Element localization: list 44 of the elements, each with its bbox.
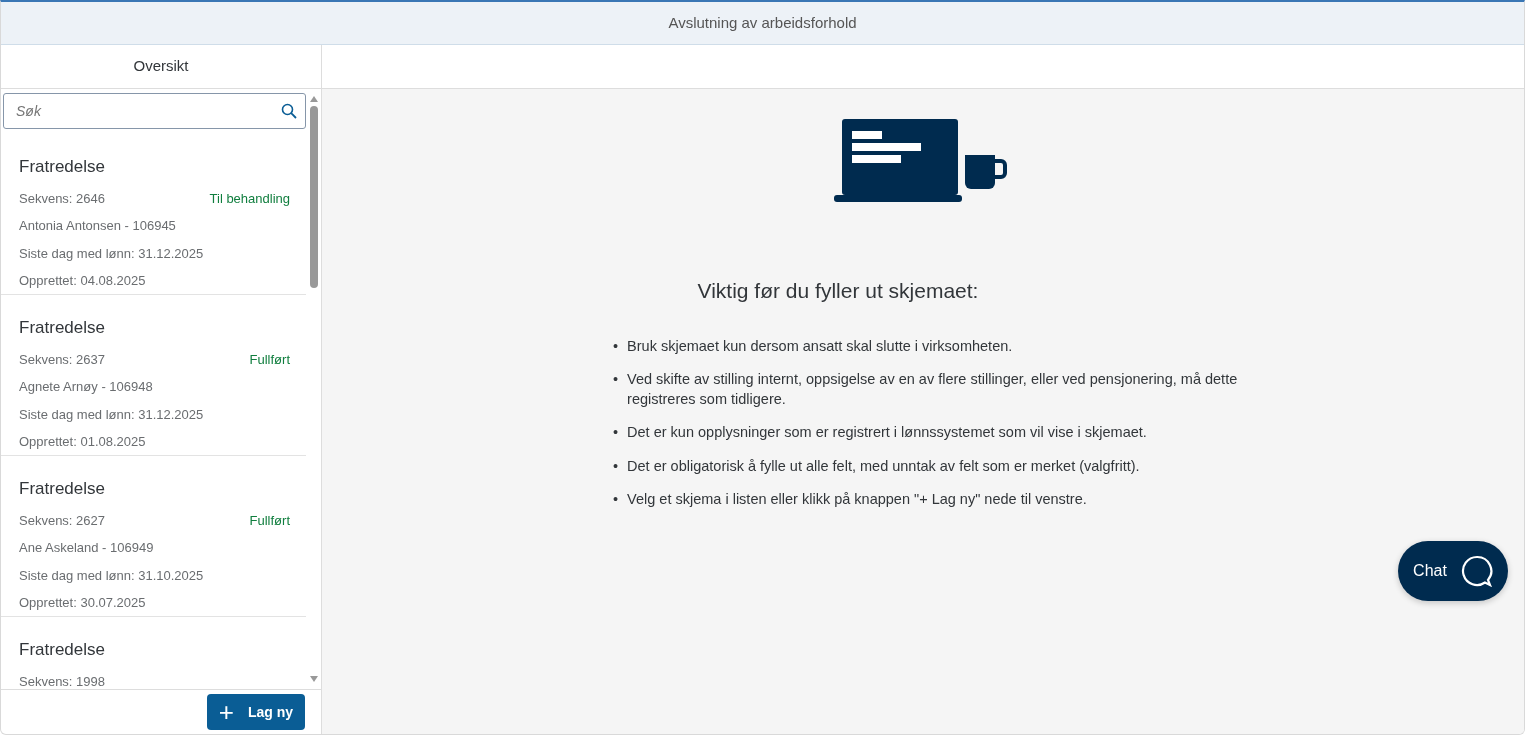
employee-text: Agnete Arnøy - 106948 <box>19 378 154 396</box>
created-text: Opprettet: 04.08.2025 <box>19 272 147 290</box>
bullet-marker: • <box>613 370 619 390</box>
bullet-marker: • <box>613 490 619 510</box>
info-text: Det er kun opplysninger som er registrert i lønnssystemet som vil vise i skjemaet. <box>627 423 1147 443</box>
overview-tab[interactable]: Oversikt <box>1 45 321 89</box>
last-day-text: Siste dag med lønn: 31.12.2025 <box>19 244 205 263</box>
list-item[interactable]: Fratredelse Sekvens: 2627 Fullført Ane Askeland - 106949 Siste dag med lønn: 31.10.2025 Opprettet: 30.07.2025 <box>1 456 306 617</box>
sequence-text: Sekvens: 1998 <box>19 672 105 689</box>
info-text: Velg et skjema i listen eller klikk på knappen "+ Lag ny" nede til venstre. <box>627 490 1087 510</box>
new-button[interactable]: + Lag ny <box>206 694 305 730</box>
scrollbar-thumb[interactable] <box>310 106 318 288</box>
sequence-text: Sekvens: 2646 <box>19 189 105 208</box>
status-text: Til behandling <box>209 189 290 208</box>
speech-bubble-icon <box>1460 555 1493 587</box>
info-text: Det er obligatorisk å fylle ut alle felt, med unntak av felt som er merket (valgfritt). <box>627 456 1140 476</box>
item-title: Fratredelse <box>19 156 106 178</box>
info-text: Ved skifte av stilling internt, oppsigelse av en av flere stillinger, eller ved pensjonering, må dette registreres som tidligere. <box>627 370 1239 409</box>
created-text: Opprettet: 01.08.2025 <box>19 433 147 451</box>
bullet-marker: • <box>613 456 619 476</box>
scroll-down-icon[interactable] <box>309 675 319 683</box>
created-text: Opprettet: 30.07.2025 <box>19 594 147 612</box>
bullet-marker: • <box>613 336 619 356</box>
employee-text: Antonia Antonsen - 106945 <box>19 217 177 235</box>
bullet-marker: • <box>613 423 619 443</box>
info-heading: Viktig før du fyller ut skjemaet: <box>697 278 979 304</box>
list-item[interactable]: Fratredelse Sekvens: 2646 Til behandling Antonia Antonsen - 106945 Siste dag med lønn: 31.12.2025 Opprettet: 04.08.2025 <box>1 134 306 295</box>
item-title: Fratredelse <box>19 639 106 661</box>
item-title: Fratredelse <box>19 317 106 339</box>
sequence-text: Sekvens: 2637 <box>19 350 105 369</box>
info-text: Bruk skjemaet kun dersom ansatt skal slutte i virksomheten. <box>627 336 1013 356</box>
search-field[interactable]: Søk <box>3 93 306 129</box>
sequence-text: Sekvens: 2627 <box>19 511 105 530</box>
employee-text: Ane Askeland - 106949 <box>19 539 155 557</box>
search-icon <box>281 103 297 119</box>
scroll-up-icon[interactable] <box>309 95 319 103</box>
chat-button[interactable]: Chat <box>1398 541 1508 601</box>
last-day-text: Siste dag med lønn: 31.10.2025 <box>19 566 205 585</box>
item-title: Fratredelse <box>19 478 106 500</box>
header-title: Avslutning av arbeidsforhold <box>1 2 1524 45</box>
status-text: Fullført <box>249 350 290 369</box>
status-text: Fullført <box>249 511 290 530</box>
list-item[interactable]: Fratredelse Sekvens: 2637 Fullført Agnete Arnøy - 106948 Siste dag med lønn: 31.12.2025 Opprettet: 01.08.2025 <box>1 295 306 456</box>
last-day-text: Siste dag med lønn: 31.12.2025 <box>19 405 205 424</box>
